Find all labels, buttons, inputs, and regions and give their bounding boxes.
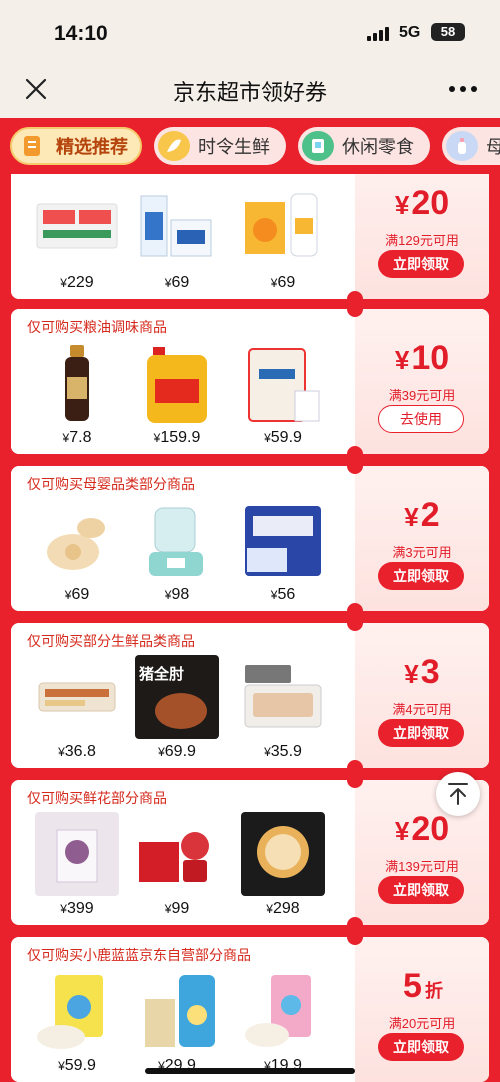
pacifier-image[interactable]	[35, 498, 119, 582]
tab-fresh[interactable]: 时令生鲜	[154, 127, 286, 165]
coupon-condition: 满139元可用	[385, 859, 459, 874]
coupon-card: 仅可购买鲜花部分商品 ¥399 ¥99 ¥298 ¥20 满139元可用 立即领…	[11, 780, 489, 925]
milk-carton-image[interactable]	[135, 184, 219, 268]
product-price: ¥399	[60, 900, 94, 917]
soy-sauce-bottle-image[interactable]	[35, 341, 119, 425]
coupon-list: ¥229 ¥69 ¥69 ¥20 满129元可用 立即领取 仅可购买粮油调味商品	[0, 174, 500, 1082]
tab-label: 时令生鲜	[198, 137, 270, 157]
coupon-scope: 仅可购买部分生鲜品类商品	[27, 633, 195, 649]
status-bar: 14:10 5G 58	[0, 0, 500, 60]
svg-text:猪全肘: 猪全肘	[138, 665, 184, 683]
more-icon[interactable]	[449, 86, 479, 94]
signal-icon	[367, 25, 393, 41]
product-price: ¥36.8	[58, 743, 96, 760]
coupon-value-panel: ¥2 满3元可用 立即领取	[355, 466, 489, 611]
product-price: ¥229	[60, 274, 94, 291]
product-price: ¥159.9	[153, 429, 201, 446]
coupon-scope: 仅可购买鲜花部分商品	[27, 790, 167, 806]
fresh-icon	[158, 131, 190, 161]
category-tabs: 精选推荐 时令生鲜 休闲零食 母	[0, 118, 500, 174]
coupon-value-panel: ¥10 满39元可用 去使用	[355, 309, 489, 454]
sausage-pack-image[interactable]	[35, 655, 119, 739]
product-price: ¥59.9	[58, 1057, 96, 1074]
coupon-scope: 仅可购买母婴品类部分商品	[27, 476, 195, 492]
claim-button[interactable]: 立即领取	[378, 1033, 464, 1061]
use-button[interactable]: 去使用	[378, 405, 464, 433]
coupon-icon	[16, 131, 48, 161]
arrow-up-icon	[448, 783, 468, 805]
coupon-amount: 5折	[403, 967, 443, 1005]
coupon-condition: 满20元可用	[388, 1016, 456, 1031]
coupon-condition: 满3元可用	[392, 545, 452, 560]
pork-knuckle-image[interactable]: 猪全肘	[135, 655, 219, 739]
back-to-top-button[interactable]	[436, 772, 480, 816]
product-price: ¥59.9	[264, 429, 302, 446]
page-title: 京东超市领好券	[172, 80, 327, 105]
tab-label: 精选推荐	[56, 137, 128, 157]
claim-button[interactable]: 立即领取	[378, 562, 464, 590]
tab-label: 休闲零食	[342, 137, 414, 157]
home-indicator	[145, 1068, 355, 1074]
coupon-condition: 满129元可用	[385, 233, 459, 248]
coupon-value-panel: ¥20 满129元可用 立即领取	[355, 174, 489, 299]
coupon-scope: 仅可购买小鹿蓝蓝京东自营部分商品	[27, 947, 251, 963]
claim-button[interactable]: 立即领取	[378, 719, 464, 747]
product-price: ¥7.8	[62, 429, 92, 446]
red-flower-box-image[interactable]	[135, 812, 219, 896]
coupon-card: 仅可购买部分生鲜品类商品 猪全肘 ¥36.8 ¥69.9 ¥35.9 ¥3 满4…	[11, 623, 489, 768]
fish-tray-image[interactable]	[241, 655, 325, 739]
coupon-amount: ¥10	[394, 339, 450, 377]
coupon-condition: 满39元可用	[388, 388, 456, 403]
product-price: ¥69	[270, 274, 296, 291]
product-price: ¥69	[64, 586, 90, 603]
flower-lamp-image[interactable]	[241, 812, 325, 896]
product-price: ¥98	[164, 586, 190, 603]
coupon-card: 仅可购买小鹿蓝蓝京东自营部分商品 ¥59.9 ¥29.9 ¥19.9 5折 满2…	[11, 937, 489, 1082]
tab-label: 母	[486, 137, 500, 157]
battery-icon: 58	[431, 23, 465, 41]
rice-bag-image[interactable]	[241, 341, 325, 425]
bottle-warmer-image[interactable]	[135, 498, 219, 582]
cooking-oil-image[interactable]	[135, 341, 219, 425]
nav-bar: 京东超市领好券	[0, 60, 500, 118]
biscuit-stick-image[interactable]	[135, 969, 219, 1053]
coupon-scope: 仅可购买粮油调味商品	[27, 319, 167, 335]
flower-gift-box-image[interactable]	[35, 812, 119, 896]
product-price: ¥69	[164, 274, 190, 291]
snack-icon	[302, 131, 334, 161]
coupon-card: 仅可购买粮油调味商品 ¥7.8 ¥159.9 ¥59.9 ¥10 满39元可用 …	[11, 309, 489, 454]
coupon-condition: 满4元可用	[392, 702, 452, 717]
coupon-amount: ¥20	[394, 184, 450, 222]
coupon-value-panel: 5折 满20元可用 立即领取	[355, 937, 489, 1082]
product-price: ¥99	[164, 900, 190, 917]
baby-snack-image[interactable]	[35, 969, 119, 1053]
product-price: ¥56	[270, 586, 296, 603]
network-type: 5G	[399, 24, 421, 41]
juice-bottles-image[interactable]	[241, 184, 325, 268]
diaper-pack-image[interactable]	[241, 498, 325, 582]
coupon-card: 仅可购买母婴品类部分商品 ¥69 ¥98 ¥56 ¥2 满3元可用 立即领取	[11, 466, 489, 611]
coupon-card: ¥229 ¥69 ¥69 ¥20 满129元可用 立即领取	[11, 174, 489, 299]
coupon-amount: ¥3	[404, 653, 440, 691]
coupon-amount: ¥2	[404, 496, 440, 534]
status-time: 14:10	[54, 22, 108, 45]
toothpaste-box-image[interactable]	[35, 184, 119, 268]
claim-button[interactable]: 立即领取	[378, 876, 464, 904]
tab-baby[interactable]: 母	[442, 127, 500, 165]
product-price: ¥298	[266, 900, 300, 917]
baby-cereal-image[interactable]	[241, 969, 325, 1053]
tab-snacks[interactable]: 休闲零食	[298, 127, 430, 165]
product-price: ¥69.9	[158, 743, 196, 760]
tab-featured[interactable]: 精选推荐	[10, 127, 142, 165]
coupon-value-panel: ¥3 满4元可用 立即领取	[355, 623, 489, 768]
product-price: ¥35.9	[264, 743, 302, 760]
claim-button[interactable]: 立即领取	[378, 250, 464, 278]
baby-bottle-icon	[446, 131, 478, 161]
